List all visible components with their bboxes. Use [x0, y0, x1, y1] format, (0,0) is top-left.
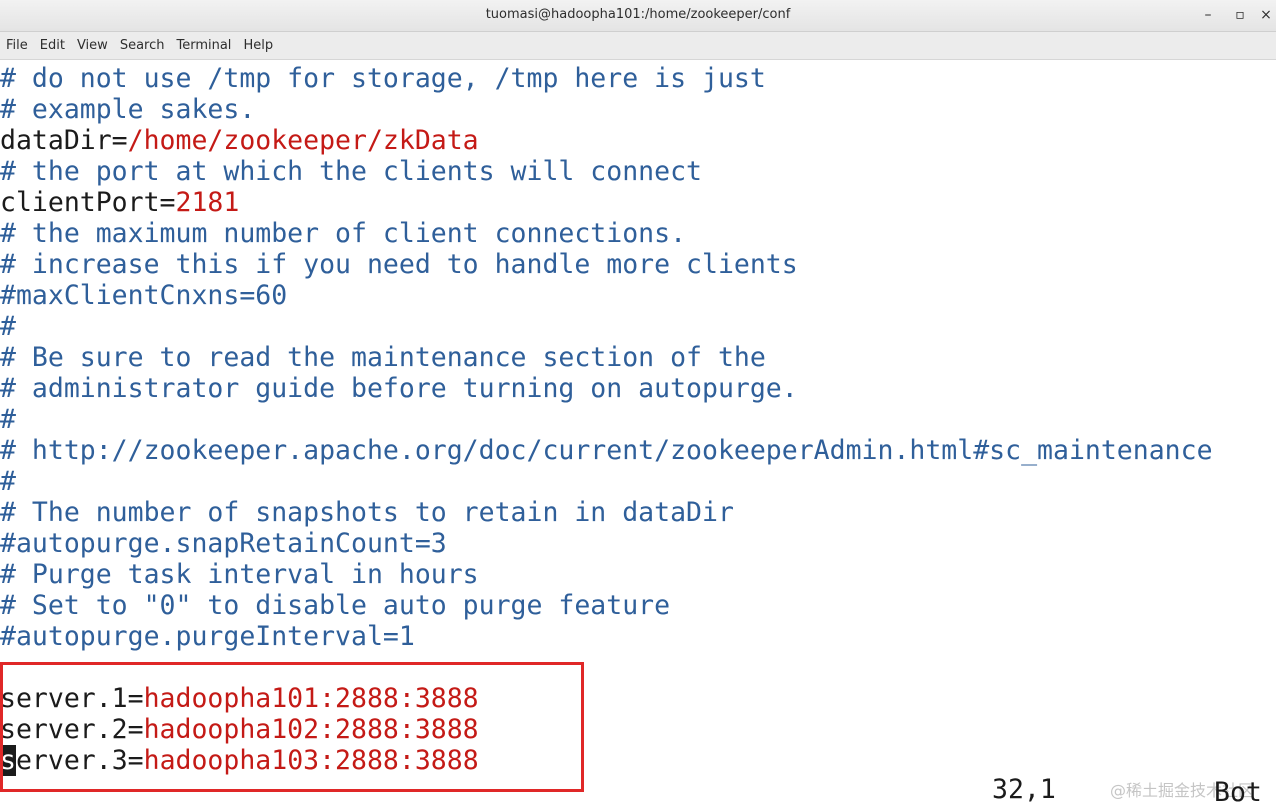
editor-line: # example sakes. [0, 94, 255, 125]
highlight-annotation-box [0, 662, 584, 792]
menu-search[interactable]: Search [114, 32, 171, 60]
editor-line: # administrator guide before turning on … [0, 373, 798, 404]
menu-bar: File Edit View Search Terminal Help [0, 32, 1276, 60]
config-value: 2181 [175, 187, 240, 218]
editor-line: #autopurge.snapRetainCount=3 [0, 528, 447, 559]
editor-line: # Purge task interval in hours [0, 559, 479, 590]
editor-line: clientPort=2181 [0, 187, 239, 218]
editor-line: # [0, 466, 16, 497]
comment-text: # Be sure to read the maintenance sectio… [0, 342, 766, 373]
editor-line: # [0, 311, 16, 342]
editor-line: #autopurge.purgeInterval=1 [0, 621, 415, 652]
config-key: clientPort= [0, 187, 176, 218]
editor-line: # increase this if you need to handle mo… [0, 249, 798, 280]
editor-line: # [0, 404, 16, 435]
comment-text: # [0, 311, 16, 342]
window-title: tuomasi@hadoopha101:/home/zookeeper/conf [485, 7, 791, 22]
window-titlebar[interactable]: tuomasi@hadoopha101:/home/zookeeper/conf… [0, 0, 1276, 32]
menu-terminal[interactable]: Terminal [170, 32, 237, 60]
comment-text: # increase this if you need to handle mo… [0, 249, 798, 280]
editor-line: # The number of snapshots to retain in d… [0, 497, 734, 528]
menu-file[interactable]: File [0, 32, 34, 60]
cursor-position: 32,1 [992, 774, 1056, 803]
editor-line: #maxClientCnxns=60 [0, 280, 287, 311]
comment-text: #autopurge.snapRetainCount=3 [0, 528, 447, 559]
menu-help[interactable]: Help [237, 32, 279, 60]
config-key: dataDir= [0, 125, 128, 156]
editor-line: # Set to "0" to disable auto purge featu… [0, 590, 670, 621]
comment-text: # the maximum number of client connectio… [0, 218, 687, 249]
comment-text: # example sakes. [0, 94, 256, 125]
comment-text: # Purge task interval in hours [0, 559, 479, 590]
comment-text: # administrator guide before turning on … [0, 373, 798, 404]
comment-text: # [0, 466, 16, 497]
menu-view[interactable]: View [71, 32, 114, 60]
comment-text: # [0, 404, 16, 435]
editor-line: dataDir=/home/zookeeper/zkData [0, 125, 479, 156]
comment-text: #maxClientCnxns=60 [0, 280, 288, 311]
maximize-icon[interactable]: ▫ [1228, 4, 1252, 26]
comment-text: # http://zookeeper.apache.org/doc/curren… [0, 435, 1213, 466]
comment-text: # The number of snapshots to retain in d… [0, 497, 734, 528]
terminal-editor[interactable]: # do not use /tmp for storage, /tmp here… [0, 61, 1276, 803]
menu-edit[interactable]: Edit [34, 32, 71, 60]
editor-line: # the maximum number of client connectio… [0, 218, 686, 249]
comment-text: #autopurge.purgeInterval=1 [0, 621, 415, 652]
comment-text: # Set to "0" to disable auto purge featu… [0, 590, 671, 621]
minimize-icon[interactable]: – [1196, 4, 1220, 26]
editor-line: # do not use /tmp for storage, /tmp here… [0, 63, 766, 94]
comment-text: # do not use /tmp for storage, /tmp here… [0, 63, 766, 94]
close-icon[interactable]: × [1254, 4, 1276, 26]
comment-text: # the port at which the clients will con… [0, 156, 702, 187]
editor-line: # the port at which the clients will con… [0, 156, 702, 187]
editor-line: # http://zookeeper.apache.org/doc/curren… [0, 435, 1213, 466]
scroll-indicator: Bot [1214, 777, 1262, 803]
config-value: /home/zookeeper/zkData [127, 125, 479, 156]
editor-line: # Be sure to read the maintenance sectio… [0, 342, 766, 373]
